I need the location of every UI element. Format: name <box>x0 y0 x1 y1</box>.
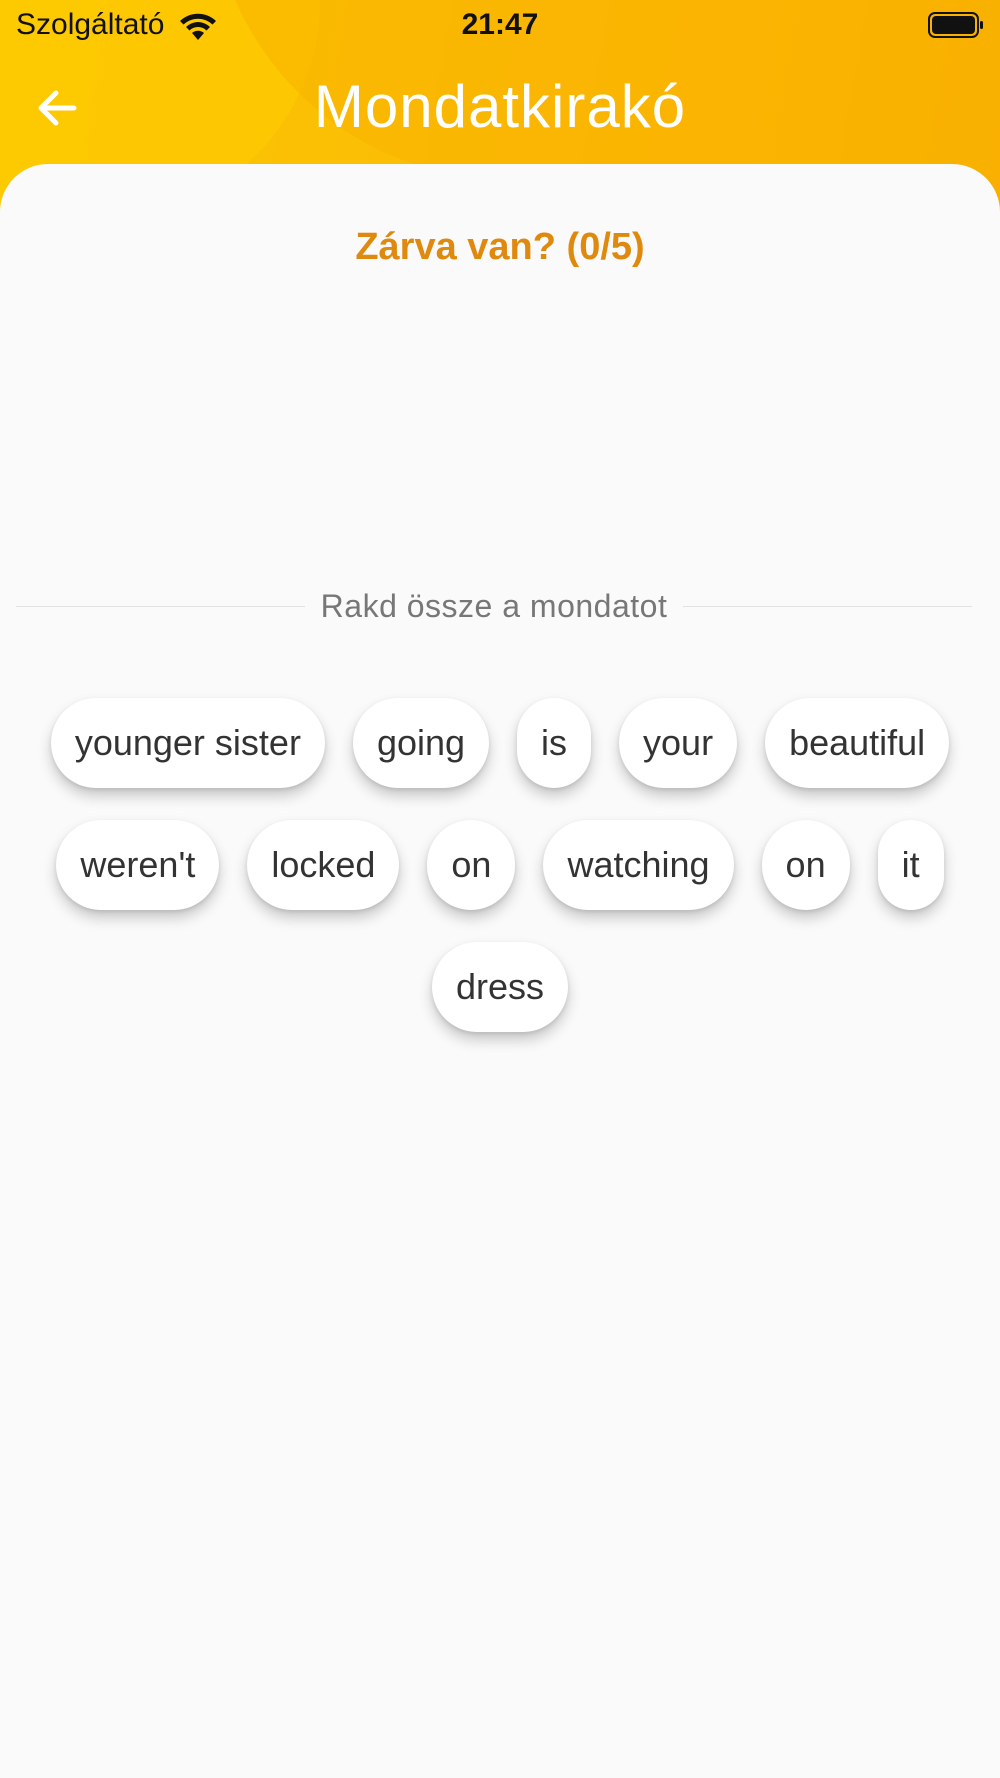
status-bar: Szolgáltató 21:47 <box>0 0 1000 50</box>
instruction-label: Rakd össze a mondatot <box>320 587 668 624</box>
word-chip[interactable]: going <box>352 698 490 788</box>
word-chip[interactable]: watching <box>543 820 734 910</box>
word-chip[interactable]: on <box>761 820 850 910</box>
page-title: Mondatkirakó <box>313 73 687 140</box>
clock: 21:47 <box>461 8 539 41</box>
divider-line <box>683 605 972 607</box>
battery-icon <box>928 12 983 38</box>
divider-line <box>16 605 305 607</box>
word-chip[interactable]: it <box>877 820 944 910</box>
word-chip[interactable]: on <box>427 820 516 910</box>
word-bank: younger sister going is your beautiful w… <box>10 698 990 1032</box>
word-chip[interactable]: dress <box>431 942 569 1032</box>
word-chip[interactable]: is <box>517 698 592 788</box>
question-prompt: Zárva van? (0/5) <box>355 226 645 268</box>
instruction-divider: Rakd össze a mondatot <box>16 584 972 628</box>
word-chip[interactable]: locked <box>247 820 400 910</box>
word-chip[interactable]: younger sister <box>50 698 325 788</box>
answer-drop-area[interactable] <box>16 300 984 570</box>
word-chip[interactable]: beautiful <box>765 698 950 788</box>
word-chip[interactable]: your <box>619 698 738 788</box>
word-chip[interactable]: weren't <box>56 820 220 910</box>
